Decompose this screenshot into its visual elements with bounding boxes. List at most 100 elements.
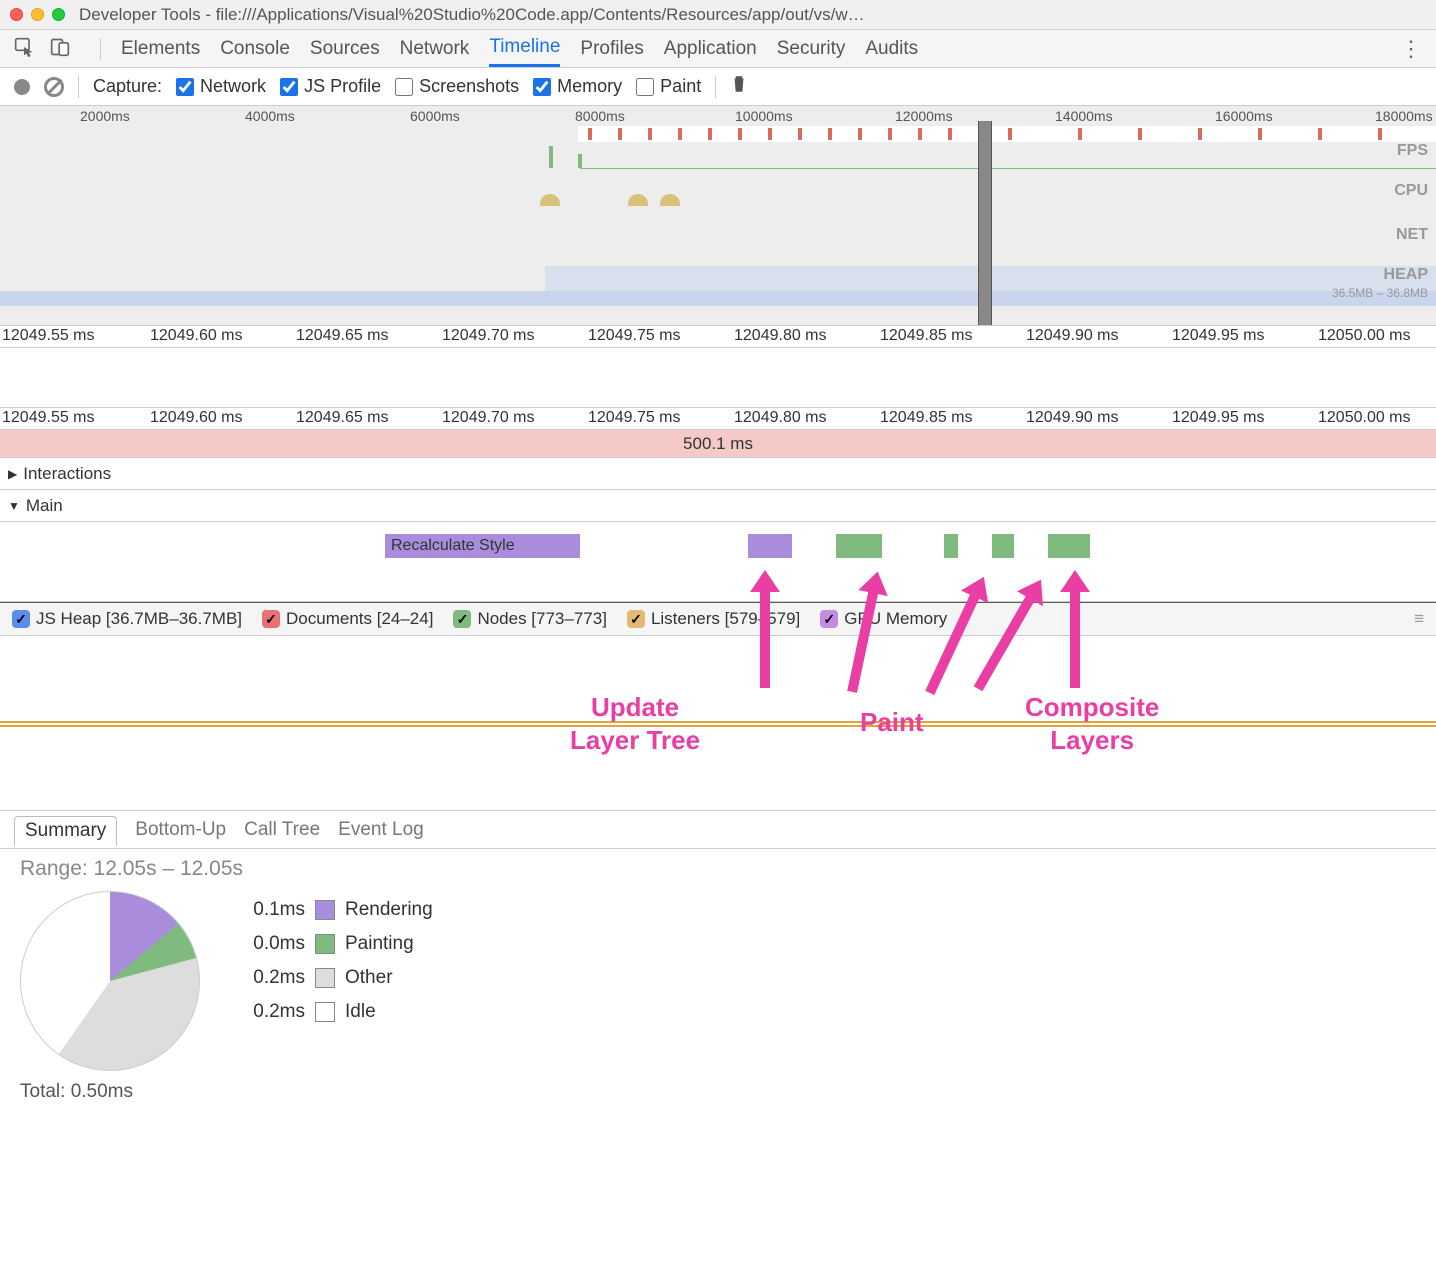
tab-audits[interactable]: Audits	[865, 32, 918, 66]
tab-security[interactable]: Security	[777, 32, 846, 66]
capture-label: Capture:	[93, 76, 162, 97]
interactions-section[interactable]: ▶Interactions	[0, 458, 1436, 490]
annotation-update-layer-tree: Update Layer Tree	[570, 691, 700, 756]
chevron-down-icon: ▼	[8, 499, 20, 513]
mem-jsheap[interactable]: ✓JS Heap [36.7MB–36.7MB]	[12, 609, 242, 629]
flame-paint[interactable]	[992, 534, 1014, 558]
overview-tick: 6000ms	[410, 108, 460, 124]
inspect-element-icon[interactable]	[14, 37, 34, 60]
titlebar: Developer Tools - file:///Applications/V…	[0, 0, 1436, 30]
flame-recalculate-style[interactable]: Recalculate Style	[385, 534, 580, 558]
capture-screenshots[interactable]: Screenshots	[395, 76, 519, 97]
swatch-icon	[315, 968, 335, 988]
device-toolbar-icon[interactable]	[50, 37, 70, 60]
annotation-paint: Paint	[860, 706, 924, 739]
fps-line	[580, 168, 1436, 169]
flamechart[interactable]: Recalculate Style	[0, 522, 1436, 602]
minimize-window-icon[interactable]	[31, 8, 44, 21]
network-lane	[0, 348, 1436, 408]
chevron-right-icon: ▶	[8, 467, 17, 481]
summary-tabbar: Summary Bottom-Up Call Tree Event Log	[0, 811, 1436, 849]
heap-range: 36.5MB – 36.8MB	[1332, 286, 1428, 300]
net-label: NET	[1396, 226, 1428, 244]
tab-application[interactable]: Application	[664, 32, 757, 66]
cpu-bump	[628, 194, 648, 206]
annotation-arrow	[760, 588, 770, 688]
detail-ruler-mid[interactable]: 12049.55 ms 12049.60 ms 12049.65 ms 1204…	[0, 408, 1436, 430]
capture-paint[interactable]: Paint	[636, 76, 701, 97]
clear-icon[interactable]	[44, 77, 64, 97]
summary-legend: 0.1msRendering 0.0msPainting 0.2msOther …	[240, 899, 433, 1023]
capture-bar: Capture: Network JS Profile Screenshots …	[0, 68, 1436, 106]
cpu-label: CPU	[1394, 182, 1428, 200]
separator	[78, 76, 79, 98]
tab-timeline[interactable]: Timeline	[489, 30, 560, 67]
summary-total: Total: 0.50ms	[20, 1081, 200, 1103]
tab-elements[interactable]: Elements	[121, 32, 200, 66]
frame-duration: 500.1 ms	[0, 430, 1436, 458]
separator	[100, 38, 101, 60]
heap-area	[0, 291, 1436, 306]
cpu-bump	[660, 194, 680, 206]
mem-listeners[interactable]: ✓Listeners [579–579]	[627, 609, 800, 629]
heap-label: HEAP	[1384, 266, 1428, 284]
garbage-collect-icon[interactable]	[730, 74, 748, 99]
legend-other: 0.2msOther	[240, 967, 433, 989]
overview-tick: 18000ms	[1375, 108, 1433, 124]
flame-update-layer-tree[interactable]	[748, 534, 792, 558]
overview-tick: 4000ms	[245, 108, 295, 124]
close-window-icon[interactable]	[10, 8, 23, 21]
overview-tick: 16000ms	[1215, 108, 1273, 124]
fps-spike	[549, 146, 553, 168]
legend-idle: 0.2msIdle	[240, 1001, 433, 1023]
overview-tick: 8000ms	[575, 108, 625, 124]
tab-network[interactable]: Network	[400, 32, 470, 66]
swatch-icon	[315, 1002, 335, 1022]
capture-memory[interactable]: Memory	[533, 76, 622, 97]
memory-legend-row: ✓JS Heap [36.7MB–36.7MB] ✓Documents [24–…	[0, 602, 1436, 636]
overview-frames	[578, 126, 1436, 142]
record-icon[interactable]	[14, 79, 30, 95]
tab-eventlog[interactable]: Event Log	[338, 819, 424, 841]
tab-sources[interactable]: Sources	[310, 32, 380, 66]
overview-pane[interactable]: 2000ms 4000ms 6000ms 8000ms 10000ms 1200…	[0, 106, 1436, 326]
graph-line	[0, 721, 1436, 723]
more-menu-icon[interactable]: ⋮	[1400, 36, 1422, 62]
overview-cursor[interactable]	[978, 121, 992, 325]
mem-nodes[interactable]: ✓Nodes [773–773]	[453, 609, 607, 629]
summary-range: Range: 12.05s – 12.05s	[20, 857, 1416, 881]
overview-tick: 14000ms	[1055, 108, 1113, 124]
summary-pie-chart	[20, 891, 200, 1071]
annotation-composite-layers: Composite Layers	[1025, 691, 1159, 756]
flame-composite-layers[interactable]	[1048, 534, 1090, 558]
overview-tick: 2000ms	[80, 108, 130, 124]
detail-ruler-top[interactable]: 12049.55 ms 12049.60 ms 12049.65 ms 1204…	[0, 326, 1436, 348]
separator	[715, 76, 716, 98]
legend-painting: 0.0msPainting	[240, 933, 433, 955]
overview-tick: 12000ms	[895, 108, 953, 124]
mem-gpu[interactable]: ✓GPU Memory	[820, 609, 947, 629]
zoom-window-icon[interactable]	[52, 8, 65, 21]
fps-spike	[578, 154, 582, 168]
graph-line	[0, 725, 1436, 727]
capture-jsprofile[interactable]: JS Profile	[280, 76, 381, 97]
annotation-arrow	[1070, 588, 1080, 688]
tab-console[interactable]: Console	[220, 32, 290, 66]
flame-paint[interactable]	[944, 534, 958, 558]
swatch-icon	[315, 934, 335, 954]
legend-rendering: 0.1msRendering	[240, 899, 433, 921]
swatch-icon	[315, 900, 335, 920]
main-section[interactable]: ▼Main	[0, 490, 1436, 522]
flame-paint[interactable]	[836, 534, 882, 558]
memory-menu-icon[interactable]: ≡	[1414, 609, 1424, 629]
tab-calltree[interactable]: Call Tree	[244, 819, 320, 841]
window-title: Developer Tools - file:///Applications/V…	[79, 5, 1426, 25]
tab-bottomup[interactable]: Bottom-Up	[135, 819, 226, 841]
tab-summary[interactable]: Summary	[14, 816, 117, 846]
memory-graph: Update Layer Tree Paint Composite Layers	[0, 636, 1436, 811]
tab-profiles[interactable]: Profiles	[580, 32, 643, 66]
window-controls	[10, 8, 65, 21]
mem-documents[interactable]: ✓Documents [24–24]	[262, 609, 433, 629]
capture-network[interactable]: Network	[176, 76, 266, 97]
cpu-bump	[540, 194, 560, 206]
